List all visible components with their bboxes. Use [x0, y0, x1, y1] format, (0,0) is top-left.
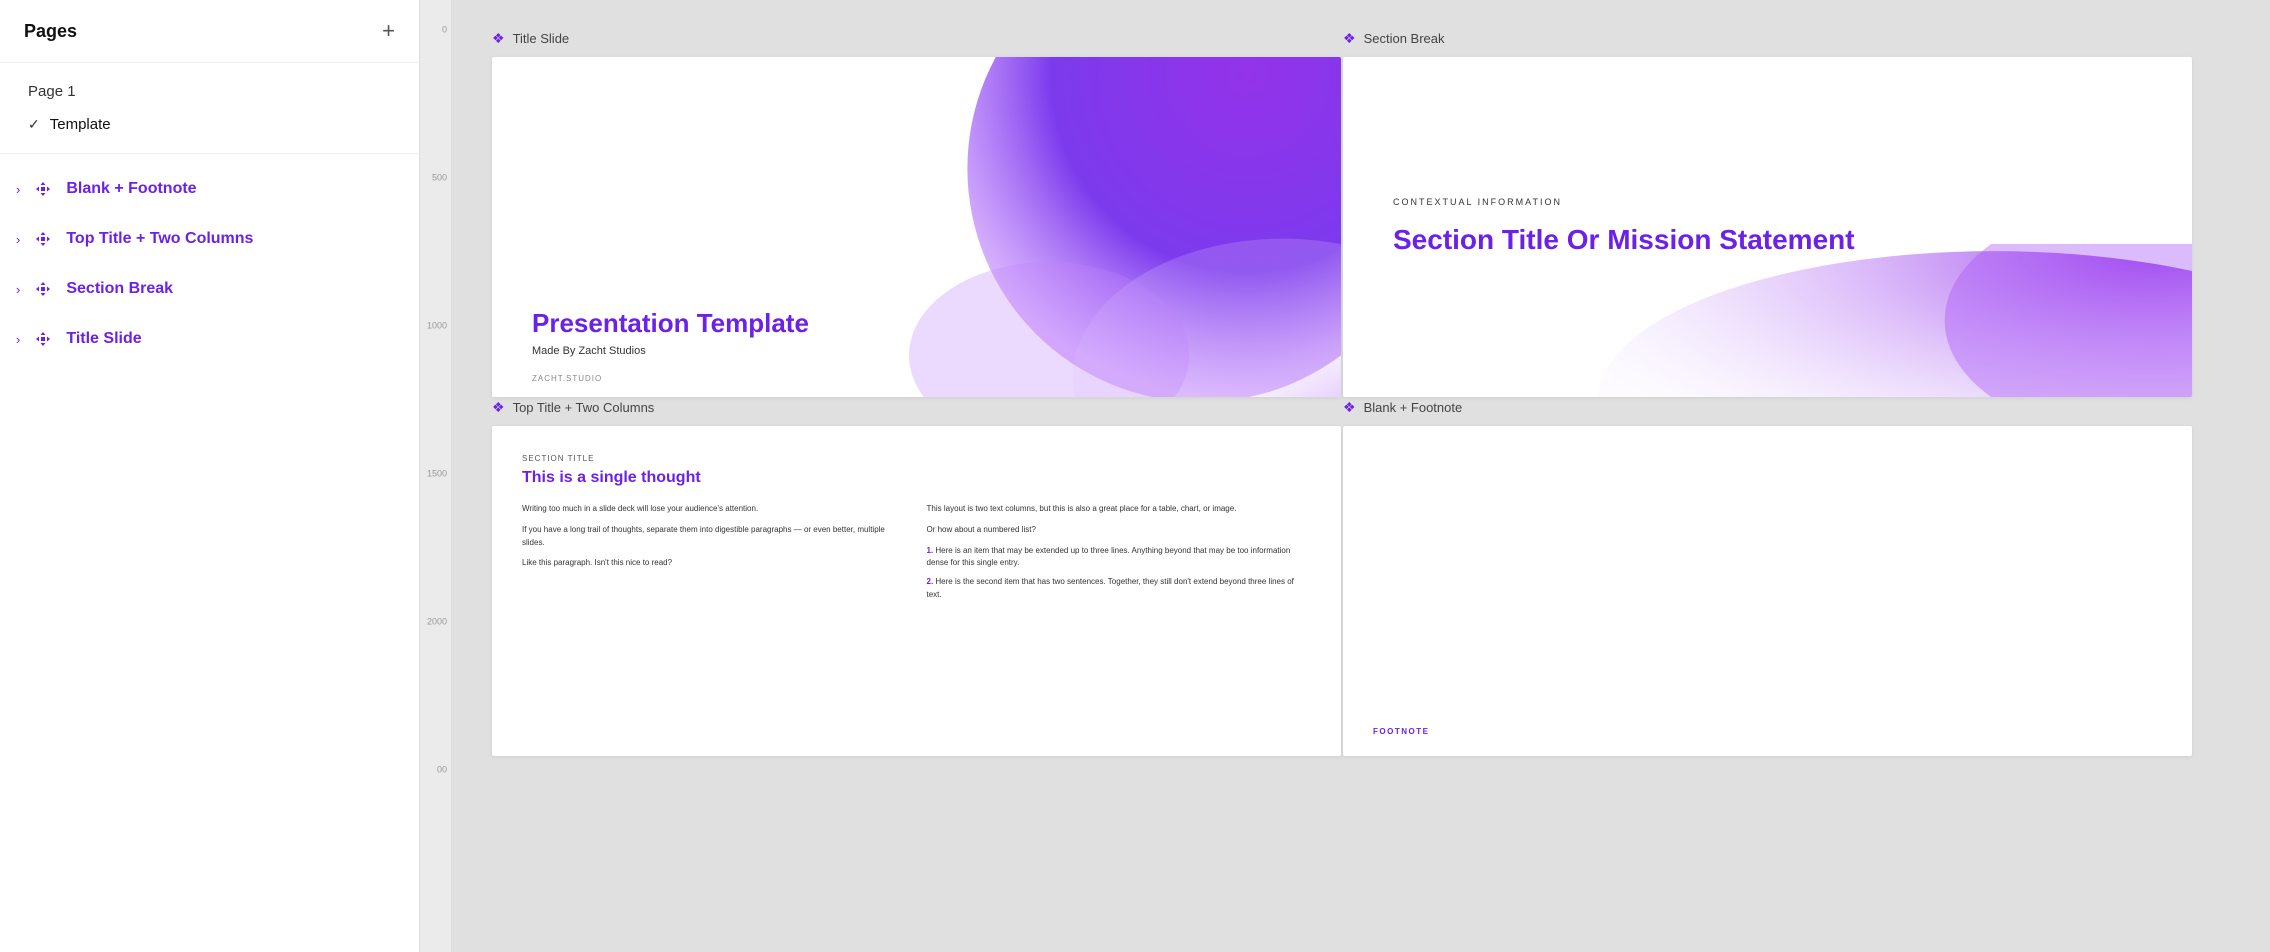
- two-col-right: This layout is two text columns, but thi…: [927, 503, 1312, 608]
- ruler-mark-1000: 1000: [427, 322, 447, 331]
- ruler-mark-2000: 2000: [427, 618, 447, 627]
- two-col-right-intro: This layout is two text columns, but thi…: [927, 503, 1312, 516]
- sidebar-item-top-title-two-col[interactable]: › Top Title + Two Columns: [0, 216, 419, 262]
- two-col-item-1-text: Here is an item that may be extended up …: [927, 546, 1291, 568]
- expand-arrow-icon-3: ›: [16, 282, 20, 297]
- add-page-button[interactable]: +: [382, 20, 395, 42]
- ruler-mark-1500: 1500: [427, 470, 447, 479]
- drag-icon-section-break: [32, 278, 54, 300]
- blank-footnote-card[interactable]: FOOTNOTE: [1343, 426, 2192, 756]
- slides-grid: ❖ Title Slide: [492, 30, 2192, 756]
- sidebar-item-blank-footnote[interactable]: › Blank + Footnote: [0, 166, 419, 212]
- sidebar-item-page1[interactable]: Page 1: [0, 75, 419, 108]
- two-col-item-1: 1. Here is an item that may be extended …: [927, 545, 1312, 571]
- title-slide-heading: Presentation Template: [532, 308, 809, 339]
- section-break-contextual: CONTEXTUAL INFORMATION: [1393, 197, 2142, 207]
- pages-list: Page 1 ✓ Template: [0, 63, 419, 154]
- blank-footnote-column-label: ❖ Blank + Footnote: [1343, 399, 2192, 416]
- section-break-diamond-icon: ❖: [1343, 30, 1356, 47]
- title-slide-label: Title Slide: [66, 330, 141, 348]
- two-col-diamond-icon: ❖: [492, 399, 505, 416]
- sidebar-item-section-break[interactable]: › Section Break: [0, 266, 419, 312]
- title-slide-card[interactable]: Presentation Template Made By Zacht Stud…: [492, 57, 1341, 397]
- two-col-heading: This is a single thought: [522, 469, 1311, 487]
- section-break-card[interactable]: CONTEXTUAL INFORMATION Section Title Or …: [1343, 57, 2192, 397]
- title-slide-content: Presentation Template Made By Zacht Stud…: [532, 308, 809, 357]
- section-break-column-label: ❖ Section Break: [1343, 30, 2192, 47]
- pages-title: Pages: [24, 21, 77, 42]
- title-slide-subtitle: Made By Zacht Studios: [532, 345, 809, 357]
- two-col-left-p2: If you have a long trail of thoughts, se…: [522, 524, 907, 550]
- blank-footnote-column-text: Blank + Footnote: [1364, 400, 1463, 415]
- two-col-section-label: Section Title: [522, 454, 1311, 463]
- section-break-column-text: Section Break: [1364, 31, 1445, 46]
- section-break-label: Section Break: [66, 280, 173, 298]
- two-col-item-2-text: Here is the second item that has two sen…: [927, 577, 1294, 599]
- title-slide-bg: [874, 57, 1341, 397]
- two-col-left-p1: Writing too much in a slide deck will lo…: [522, 503, 907, 516]
- title-slide-column-text: Title Slide: [513, 31, 570, 46]
- title-slide-column: ❖ Title Slide: [492, 30, 1341, 397]
- two-col-left: Writing too much in a slide deck will lo…: [522, 503, 907, 608]
- two-col-item-2: 2. Here is the second item that has two …: [927, 576, 1312, 602]
- ruler-mark-0: 0: [442, 26, 447, 35]
- blank-footnote-column: ❖ Blank + Footnote FOOTNOTE: [1343, 399, 2192, 756]
- expand-arrow-icon-2: ›: [16, 232, 20, 247]
- sidebar: Pages + Page 1 ✓ Template › Blank + Foot: [0, 0, 420, 952]
- layouts-list: › Blank + Footnote ›: [0, 154, 419, 374]
- check-icon: ✓: [28, 116, 40, 133]
- ruler-mark-00: 00: [437, 766, 447, 775]
- template-label: Template: [50, 116, 111, 133]
- drag-icon-two-col: [32, 228, 54, 250]
- two-col-left-p3: Like this paragraph. Isn't this nice to …: [522, 557, 907, 570]
- two-col-column-label: ❖ Top Title + Two Columns: [492, 399, 1341, 416]
- slides-canvas: ❖ Title Slide: [452, 0, 2270, 952]
- two-col-column: ❖ Top Title + Two Columns Section Title …: [492, 399, 1341, 756]
- two-col-column-text: Top Title + Two Columns: [513, 400, 655, 415]
- blank-footnote-diamond-icon: ❖: [1343, 399, 1356, 416]
- two-col-label: Top Title + Two Columns: [66, 230, 253, 248]
- title-slide-diamond-icon: ❖: [492, 30, 505, 47]
- expand-arrow-icon: ›: [16, 182, 20, 197]
- title-slide-watermark: ZACHT.STUDIO: [532, 374, 602, 383]
- title-slide-column-label: ❖ Title Slide: [492, 30, 1341, 47]
- sidebar-header: Pages +: [0, 0, 419, 63]
- drag-icon-blank-footnote: [32, 178, 54, 200]
- canvas-area: 0 500 1000 1500 2000 00 ❖ Title Slide: [420, 0, 2270, 952]
- footnote-label: FOOTNOTE: [1373, 727, 2162, 736]
- drag-icon-title-slide: [32, 328, 54, 350]
- ruler-mark-500: 500: [432, 174, 447, 183]
- sidebar-item-title-slide[interactable]: › Title Slide: [0, 316, 419, 362]
- two-col-content: Writing too much in a slide deck will lo…: [522, 503, 1311, 608]
- blank-footnote-label: Blank + Footnote: [66, 180, 196, 198]
- ruler: 0 500 1000 1500 2000 00: [420, 0, 452, 952]
- two-col-card[interactable]: Section Title This is a single thought W…: [492, 426, 1341, 756]
- expand-arrow-icon-4: ›: [16, 332, 20, 347]
- section-break-bg: [1598, 244, 2192, 397]
- page1-label: Page 1: [28, 83, 76, 100]
- sidebar-item-template[interactable]: ✓ Template: [0, 108, 419, 141]
- section-break-column: ❖ Section Break CONTEXTUAL INFORMATION S…: [1343, 30, 2192, 397]
- two-col-right-list-intro: Or how about a numbered list?: [927, 524, 1312, 537]
